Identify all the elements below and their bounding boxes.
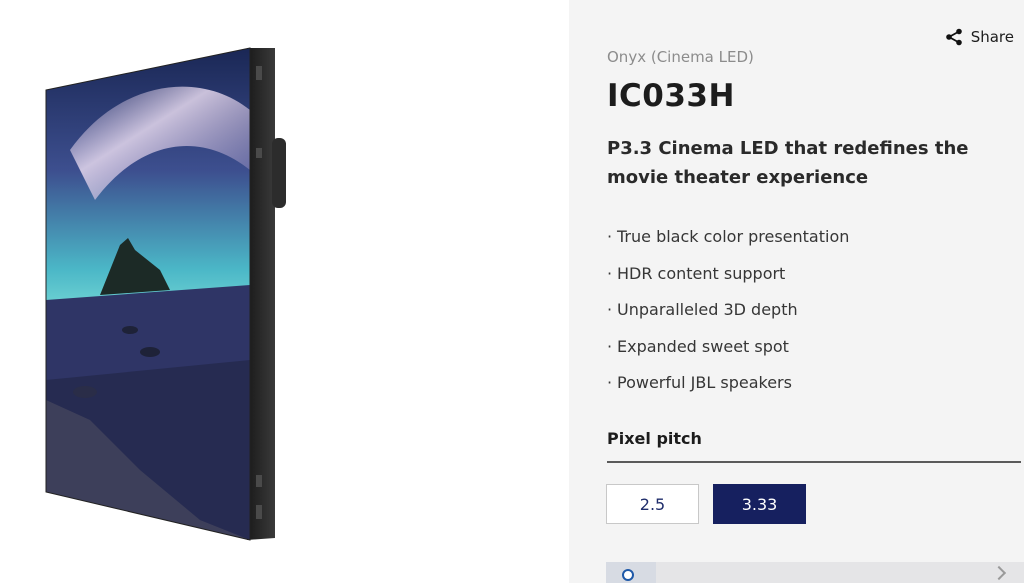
share-icon: [945, 28, 962, 46]
pixel-pitch-option-2-5[interactable]: 2.5: [606, 484, 699, 524]
feature-item: · True black color presentation: [607, 227, 850, 246]
pixel-pitch-divider: [607, 461, 1021, 463]
product-tagline: P3.3 Cinema LED that redefines the movie…: [607, 138, 969, 188]
pixel-pitch-option-3-33-selected[interactable]: 3.33: [713, 484, 806, 524]
info-icon: [622, 569, 634, 581]
feature-item: · HDR content support: [607, 263, 786, 283]
product-model: IC033H: [607, 78, 735, 114]
product-info-panel: Share Onyx (Cinema LED) IC033H P3.3 Cine…: [569, 0, 1024, 583]
feature-item: · Unparalleled 3D depth: [607, 300, 798, 319]
feature-list: · True black color presentation · HDR cont…: [607, 226, 849, 409]
bottom-bar[interactable]: [606, 562, 1024, 583]
share-label: Share: [970, 28, 1014, 46]
product-category: Onyx (Cinema LED): [607, 48, 754, 66]
chevron-right-icon[interactable]: [991, 565, 1007, 581]
pixel-pitch-label: Pixel pitch: [607, 429, 702, 448]
bottom-bar-left: [606, 562, 656, 583]
product-image: [45, 47, 286, 541]
product-image-area: [0, 0, 569, 583]
share-button[interactable]: Share: [945, 28, 1014, 46]
feature-item: · Expanded sweet spot: [607, 336, 789, 356]
feature-item: · Powerful JBL speakers: [607, 373, 792, 392]
